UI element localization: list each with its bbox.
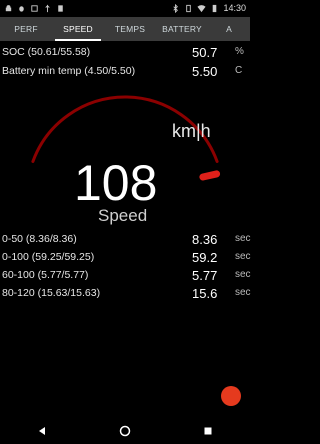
status-left-icons xyxy=(4,4,65,13)
metric-label: 80-120 (15.63/15.63) xyxy=(2,287,101,299)
status-right-icons: 14:30 xyxy=(171,3,246,13)
home-button[interactable] xyxy=(117,423,133,439)
metric-unit: sec xyxy=(235,287,251,298)
speed-value: 108 xyxy=(74,155,158,211)
vibrate-icon xyxy=(186,4,192,12)
tab-speed[interactable]: SPEED xyxy=(52,17,104,41)
home-icon xyxy=(119,425,131,436)
tab-perf[interactable]: PERF xyxy=(0,17,52,41)
back-button[interactable] xyxy=(34,423,50,439)
metric-value: 15.6 xyxy=(192,286,218,301)
metric-row-60-100: 60-100 (5.77/5.77) 5.77 sec xyxy=(0,268,251,283)
status-time: 14:30 xyxy=(223,3,246,13)
speed-label: Speed xyxy=(98,206,148,225)
metric-label: 0-50 (8.36/8.36) xyxy=(2,233,77,245)
usb-icon xyxy=(45,4,50,12)
metric-label: 60-100 (5.77/5.77) xyxy=(2,269,89,281)
bug-icon xyxy=(19,5,24,12)
metric-row-0-100: 0-100 (59.25/59.25) 59.2 sec xyxy=(0,250,251,265)
metric-row-80-120: 80-120 (15.63/15.63) 15.6 sec xyxy=(0,286,251,301)
status-bar: 14:30 xyxy=(0,0,250,16)
metric-value: 8.36 xyxy=(192,232,218,247)
gauge-needle xyxy=(199,170,221,181)
debug-icon xyxy=(31,4,38,12)
metric-unit: sec xyxy=(235,251,251,262)
tab-more[interactable]: A xyxy=(208,17,250,41)
recents-icon xyxy=(204,427,212,434)
metric-value: 59.2 xyxy=(192,250,218,265)
speed-unit: km|h xyxy=(172,121,211,141)
navigation-bar xyxy=(0,417,250,444)
metric-unit: sec xyxy=(235,269,251,280)
metric-label: 0-100 (59.25/59.25) xyxy=(2,251,95,263)
recents-button[interactable] xyxy=(200,423,216,439)
battery-icon xyxy=(213,4,217,12)
tab-battery[interactable]: BATTERY xyxy=(156,17,208,41)
metric-row-soc: SOC (50.61/55.58) 50.7 % xyxy=(0,45,250,60)
back-icon xyxy=(38,426,45,435)
bluetooth-icon xyxy=(173,3,179,13)
sd-icon xyxy=(58,4,63,12)
record-button[interactable] xyxy=(221,386,241,406)
metric-unit: % xyxy=(235,46,244,57)
tab-temps[interactable]: TEMPS xyxy=(104,17,156,41)
metric-value: 50.7 xyxy=(192,45,218,60)
metric-label: SOC (50.61/55.58) xyxy=(2,46,91,58)
metric-unit: sec xyxy=(235,233,251,244)
wifi-icon xyxy=(197,4,207,12)
tab-bar: PERF SPEED TEMPS BATTERY A xyxy=(0,17,250,41)
android-icon xyxy=(5,4,12,11)
metric-value: 5.77 xyxy=(192,268,218,283)
metric-row-0-50: 0-50 (8.36/8.36) 8.36 sec xyxy=(0,232,251,247)
